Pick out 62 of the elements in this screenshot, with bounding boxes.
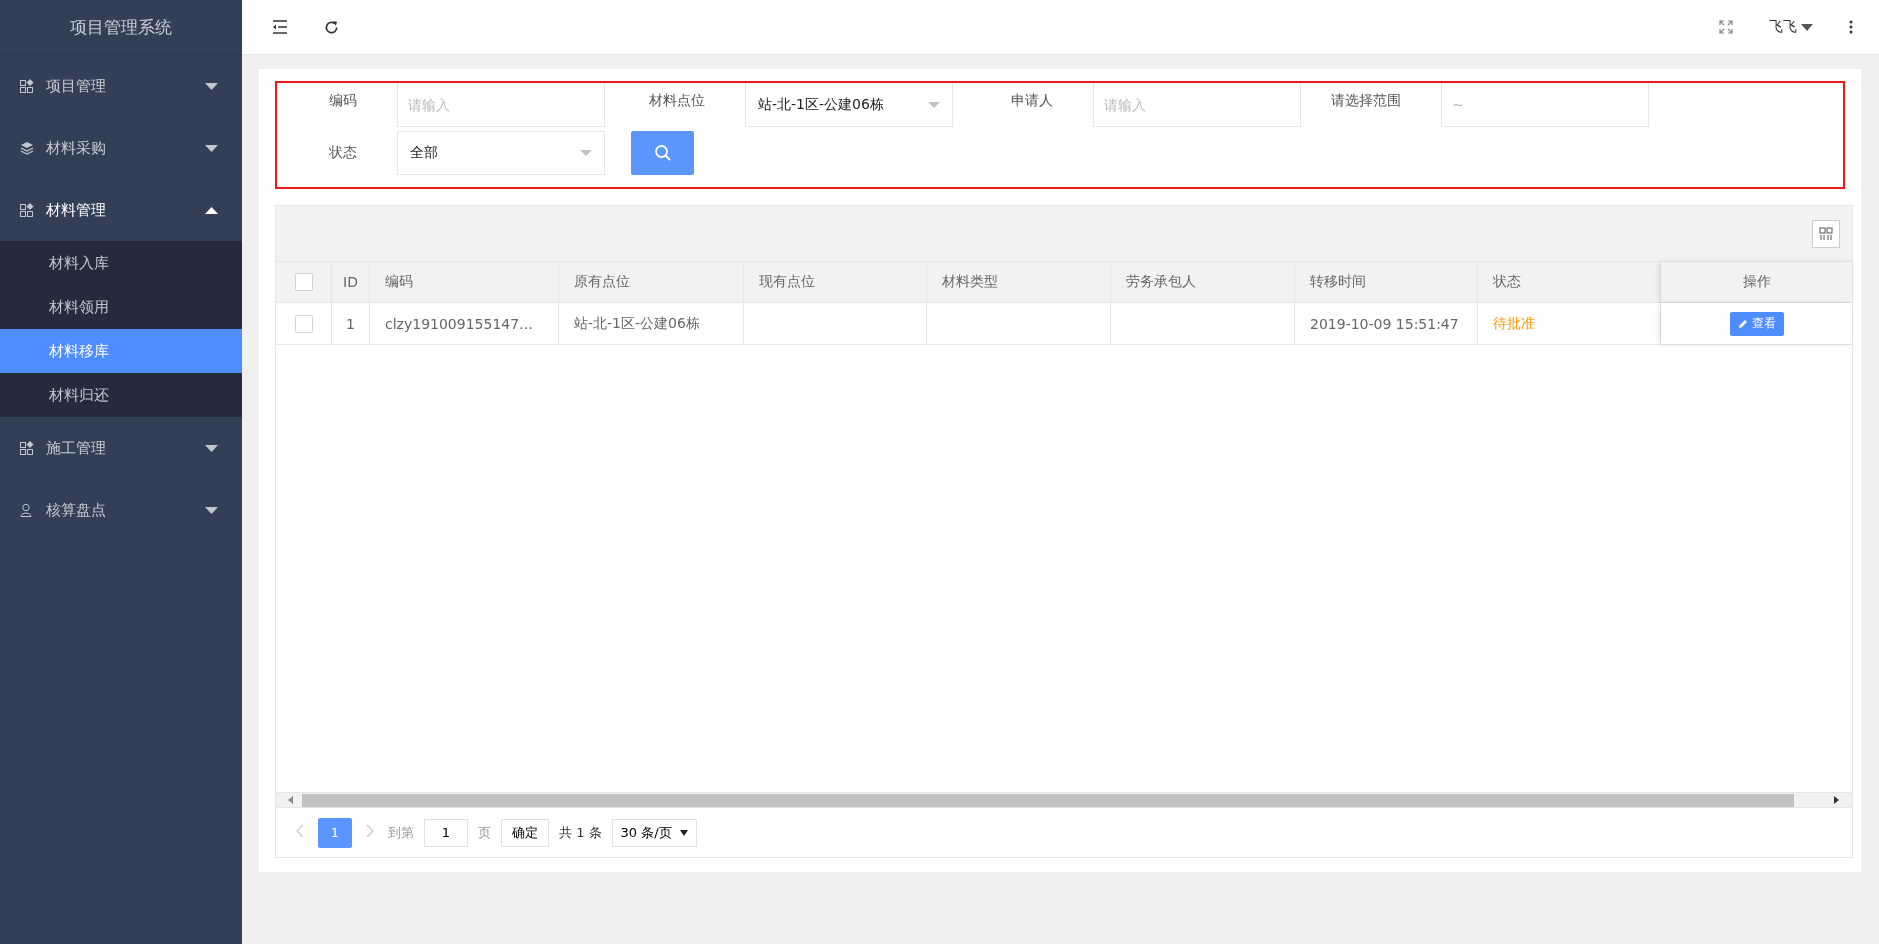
caret-icon xyxy=(679,829,688,836)
table-cell: 待批准 xyxy=(1478,303,1661,344)
user-menu[interactable]: 飞飞 xyxy=(1763,17,1819,37)
table-cell: 2019-10-09 15:51:47 xyxy=(1295,303,1478,344)
user-icon xyxy=(20,503,34,517)
search-icon xyxy=(653,144,672,162)
column-header: 材料类型 xyxy=(927,262,1111,302)
caret-icon xyxy=(205,444,218,452)
sidebar-item[interactable]: 项目管理 xyxy=(0,55,242,117)
column-header: ID xyxy=(332,262,370,302)
sidebar-item[interactable]: 材料采购 xyxy=(0,117,242,179)
select-field[interactable]: 全部 xyxy=(397,131,605,175)
select-field[interactable]: 站-北-1区-公建06栋 xyxy=(745,83,953,127)
sidebar-item[interactable]: 核算盘点 xyxy=(0,479,242,541)
page-input[interactable]: 1 xyxy=(424,818,468,847)
chevron-left-icon xyxy=(296,824,304,838)
grid-icon xyxy=(20,79,34,93)
filter-label: 材料点位 xyxy=(648,91,706,110)
page-size-select[interactable]: 30 条/页 xyxy=(611,818,697,847)
table-cell: clzy191009155147… xyxy=(370,303,559,344)
sidebar-item[interactable]: 材料管理 xyxy=(0,179,242,241)
search-button[interactable] xyxy=(631,131,694,175)
table-cell: 站-北-1区-公建06栋 xyxy=(559,303,744,344)
layers-icon xyxy=(20,141,34,155)
column-header: 编码 xyxy=(370,262,559,302)
confirm-button[interactable]: 确定 xyxy=(501,818,549,847)
grid-icon xyxy=(20,441,34,455)
table-cell: 1 xyxy=(332,303,370,344)
columns-icon[interactable] xyxy=(1812,219,1840,248)
page-unit: 页 xyxy=(478,823,491,842)
filter-label: 编码 xyxy=(328,91,358,110)
input-field[interactable]: 请输入 xyxy=(1093,83,1301,127)
sidebar-item[interactable]: 施工管理 xyxy=(0,417,242,479)
scroll-right-icon[interactable] xyxy=(1834,796,1840,804)
total-count: 共 1 条 xyxy=(559,823,602,842)
caret-icon xyxy=(1801,23,1813,31)
scroll-left-icon[interactable] xyxy=(288,796,294,804)
column-header: 现有点位 xyxy=(744,262,927,302)
input-field[interactable]: ~ xyxy=(1441,83,1649,127)
caret-icon xyxy=(205,82,218,90)
column-header: 操作 xyxy=(1661,262,1852,302)
filter-label: 状态 xyxy=(328,143,358,162)
goto-label: 到第 xyxy=(388,823,414,842)
checkbox[interactable] xyxy=(294,273,313,291)
filter-label: 申请人 xyxy=(1010,91,1054,110)
caret-icon xyxy=(205,506,218,514)
input-field[interactable]: 请输入 xyxy=(397,83,605,127)
checkbox[interactable] xyxy=(294,314,313,333)
filter-label: 请选择范围 xyxy=(1330,91,1402,110)
submenu-item[interactable]: 材料归还 xyxy=(0,373,242,417)
column-header: 转移时间 xyxy=(1295,262,1478,302)
caret-icon xyxy=(205,144,218,152)
submenu-item[interactable]: 材料入库 xyxy=(0,241,242,285)
column-header: 状态 xyxy=(1478,262,1661,302)
caret-icon xyxy=(205,206,218,214)
column-header: 原有点位 xyxy=(559,262,744,302)
chevron-right-icon xyxy=(366,824,374,838)
pencil-icon xyxy=(1737,318,1748,329)
grid-icon xyxy=(20,203,34,217)
submenu-item[interactable]: 材料领用 xyxy=(0,285,242,329)
column-header: 劳务承包人 xyxy=(1111,262,1295,302)
scrollbar[interactable] xyxy=(276,792,1852,807)
